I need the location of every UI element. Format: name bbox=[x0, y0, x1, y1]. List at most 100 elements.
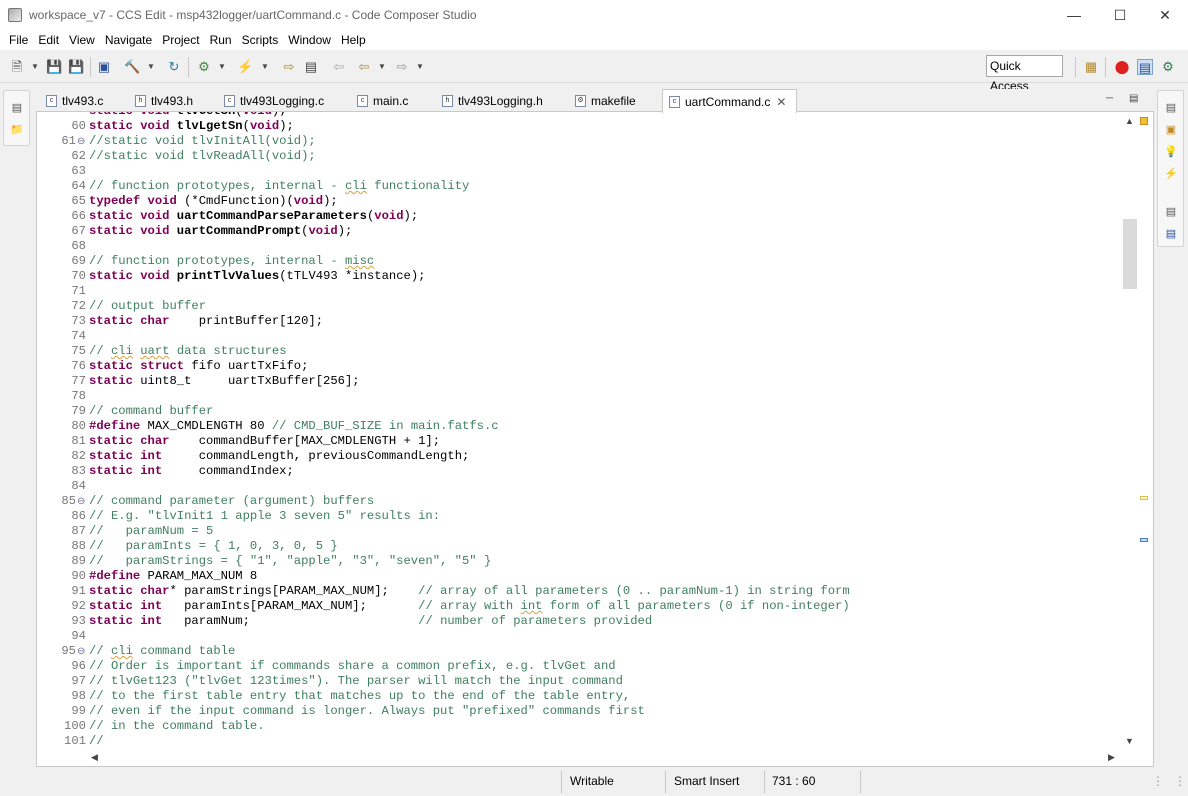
scroll-right-icon[interactable]: ▶ bbox=[1108, 752, 1115, 763]
c-file-icon: c bbox=[224, 94, 235, 107]
warning-summary-icon[interactable] bbox=[1140, 117, 1148, 125]
overview-ruler[interactable] bbox=[1138, 114, 1152, 748]
code-line: #define PARAM_MAX_NUM 8 bbox=[89, 569, 258, 583]
line-number: 98 bbox=[71, 689, 86, 703]
scroll-up-icon[interactable]: ▲ bbox=[1125, 116, 1134, 126]
scroll-down-icon[interactable]: ▼ bbox=[1125, 736, 1134, 746]
search-refresh-icon[interactable]: ↻ bbox=[166, 59, 182, 75]
close-button[interactable]: ✕ bbox=[1142, 0, 1188, 30]
debug-dropdown-arrow-icon[interactable]: ▼ bbox=[218, 59, 226, 75]
tab-label: tlv493.h bbox=[151, 93, 194, 108]
scroll-left-icon[interactable]: ◀ bbox=[91, 752, 98, 763]
terminal-icon[interactable]: ▣ bbox=[96, 59, 112, 75]
maximize-editor-icon[interactable]: ▤ bbox=[1129, 93, 1138, 104]
build-hammer-icon[interactable]: 🔨 bbox=[124, 59, 140, 75]
menu-run[interactable]: Run bbox=[205, 33, 237, 47]
code-line: // paramStrings = { "1", "apple", "3", "… bbox=[89, 554, 492, 568]
debug-bug-icon[interactable]: ⚙ bbox=[196, 59, 212, 75]
line-number: 69 bbox=[71, 254, 86, 268]
line-number: 91 bbox=[71, 584, 86, 598]
flash-dropdown-arrow-icon[interactable]: ▼ bbox=[261, 59, 269, 75]
left-trim-bar: ▤ 📁 bbox=[3, 90, 30, 146]
menu-help[interactable]: Help bbox=[336, 33, 371, 47]
new-file-icon[interactable]: 🗎 bbox=[9, 59, 25, 75]
code-line: static int paramNum; // number of parame… bbox=[89, 614, 653, 628]
save-all-icon[interactable]: 💾 bbox=[68, 59, 84, 75]
console-icon[interactable]: ▤ bbox=[1164, 227, 1178, 241]
line-number: 64 bbox=[71, 179, 86, 193]
line-number: 84 bbox=[71, 479, 86, 493]
maximize-button[interactable]: ☐ bbox=[1097, 0, 1143, 30]
right-trim-bar: ▤ ▣ 💡 ⚡ ▤ ▤ bbox=[1157, 90, 1184, 247]
line-number: 83 bbox=[71, 464, 86, 478]
build-dropdown-arrow-icon[interactable]: ▼ bbox=[147, 59, 155, 75]
status-drag-handle[interactable]: ⋮ bbox=[1152, 774, 1164, 788]
quick-access-input[interactable]: Quick Access bbox=[986, 55, 1063, 93]
back-icon[interactable]: ⇦ bbox=[356, 59, 372, 75]
menu-edit[interactable]: Edit bbox=[33, 33, 64, 47]
fold-collapse-icon[interactable]: ⊖ bbox=[77, 494, 85, 509]
tab-uartcommand-c[interactable]: c uartCommand.c ✕ bbox=[662, 89, 797, 113]
minimize-button[interactable]: — bbox=[1051, 0, 1097, 30]
fold-collapse-icon[interactable]: ⊖ bbox=[77, 134, 85, 149]
project-explorer-icon[interactable]: 📁 bbox=[10, 123, 24, 137]
menu-scripts[interactable]: Scripts bbox=[237, 33, 284, 47]
tab-label: main.c bbox=[373, 93, 409, 108]
restore-icon[interactable]: ▤ bbox=[1164, 101, 1178, 115]
cursor-line-marker[interactable] bbox=[1140, 538, 1148, 542]
vertical-scroll-thumb[interactable] bbox=[1123, 219, 1137, 289]
code-line: static uint8_t uartTxBuffer[256]; bbox=[89, 374, 360, 388]
new-dropdown-arrow-icon[interactable]: ▼ bbox=[31, 59, 39, 75]
ccs-debug-perspective-icon[interactable]: ⬤ bbox=[1114, 59, 1130, 75]
menu-view[interactable]: View bbox=[64, 33, 100, 47]
tab-tlv493logging-h[interactable]: h tlv493Logging.h bbox=[436, 89, 543, 112]
code-editor-text[interactable]: static void tlvGetSn(void); static void … bbox=[89, 112, 1119, 752]
fold-collapse-icon[interactable]: ⊖ bbox=[77, 644, 85, 659]
line-number: 82 bbox=[71, 449, 86, 463]
editor-tab-strip: c tlv493.c h tlv493.h c tlv493Logging.c c ma… bbox=[36, 89, 1154, 113]
line-number: 60 bbox=[71, 119, 86, 133]
menu-file[interactable]: File bbox=[4, 33, 33, 47]
ccs-edit-perspective-icon[interactable]: ▤ bbox=[1137, 59, 1153, 75]
forward-dropdown-arrow-icon[interactable]: ▼ bbox=[416, 59, 424, 75]
close-icon[interactable]: ✕ bbox=[776, 95, 786, 109]
next-annotation-icon[interactable]: ⇨ bbox=[281, 59, 297, 75]
save-icon[interactable]: 💾 bbox=[46, 59, 62, 75]
h-file-icon: h bbox=[442, 94, 453, 107]
vertical-scrollbar[interactable] bbox=[1122, 114, 1138, 748]
restore-icon[interactable]: ▤ bbox=[10, 101, 24, 115]
tab-tlv493-h[interactable]: h tlv493.h bbox=[129, 89, 193, 112]
code-line: // Order is important if commands share … bbox=[89, 659, 616, 673]
menu-navigate[interactable]: Navigate bbox=[100, 33, 157, 47]
back-dropdown-arrow-icon[interactable]: ▼ bbox=[378, 59, 386, 75]
code-line: static void printTlvValues(tTLV493 *inst… bbox=[89, 269, 426, 283]
flash-icon[interactable]: ⚡ bbox=[237, 59, 253, 75]
code-line: static void tlvLgetSn(void); bbox=[89, 119, 294, 133]
minimize-editor-icon[interactable]: ─ bbox=[1106, 93, 1113, 104]
line-number: 75 bbox=[71, 344, 86, 358]
forward-icon[interactable]: ⇨ bbox=[394, 59, 410, 75]
status-drag-handle[interactable]: ⋮ bbox=[1174, 774, 1186, 788]
line-number: 68 bbox=[71, 239, 86, 253]
menu-project[interactable]: Project bbox=[157, 33, 204, 47]
ccs-simple-perspective-icon[interactable]: ⚙ bbox=[1160, 59, 1176, 75]
tab-tlv493logging-c[interactable]: c tlv493Logging.c bbox=[218, 89, 324, 112]
tab-label: uartCommand.c bbox=[685, 94, 771, 109]
occurrence-marker[interactable] bbox=[1140, 496, 1148, 500]
prev-annotation-icon[interactable]: ▤ bbox=[303, 59, 319, 75]
tab-makefile[interactable]: ⚙ makefile bbox=[569, 89, 636, 112]
horizontal-scrollbar[interactable] bbox=[88, 750, 1124, 764]
open-perspective-icon[interactable]: ▦ bbox=[1083, 59, 1099, 75]
last-edit-icon[interactable]: ⇦ bbox=[331, 59, 347, 75]
outline-icon[interactable]: ▣ bbox=[1164, 123, 1178, 137]
line-number: 81 bbox=[71, 434, 86, 448]
restore-icon[interactable]: ▤ bbox=[1164, 205, 1178, 219]
line-number: 80 bbox=[71, 419, 86, 433]
status-bar: Writable Smart Insert 731 : 60 ⋮ ⋮ bbox=[0, 767, 1188, 796]
menu-window[interactable]: Window bbox=[283, 33, 336, 47]
flash-icon[interactable]: ⚡ bbox=[1164, 167, 1178, 181]
lightbulb-icon[interactable]: 💡 bbox=[1164, 145, 1178, 159]
tab-main-c[interactable]: c main.c bbox=[351, 89, 408, 112]
